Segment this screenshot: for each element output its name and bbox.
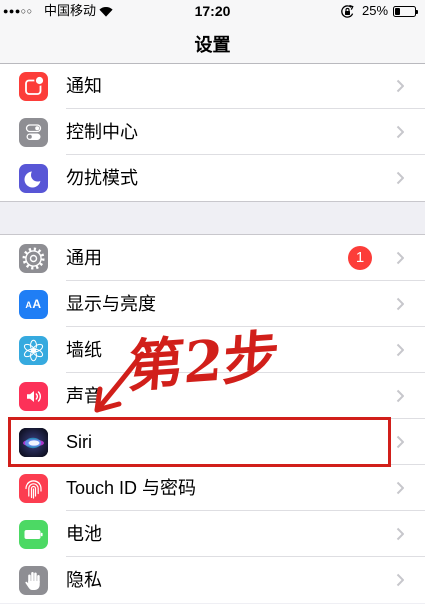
moon-icon [19,163,48,193]
chevron-right-icon [396,343,404,357]
settings-group-1: 通知 控制中心 勿扰模式 [0,63,425,201]
settings-row-general[interactable]: 通用 1 [0,235,425,281]
control-center-icon [19,117,48,147]
row-label: 通用 [66,248,102,268]
row-label: 隐私 [66,570,102,590]
row-label: 通知 [66,76,102,96]
display-brightness-icon: AA [19,289,48,319]
chevron-right-icon [396,573,404,587]
battery-terminal [416,9,418,14]
chevron-right-icon [396,125,404,139]
annotation-step-label: 第2步 [125,323,282,401]
chevron-right-icon [396,435,404,449]
chevron-right-icon [396,79,404,93]
row-label: 勿扰模式 [66,168,138,188]
battery-icon [19,519,48,549]
settings-row-do-not-disturb[interactable]: 勿扰模式 [0,155,425,201]
annotation-highlight-box [8,417,391,467]
row-label: 墙纸 [66,340,102,360]
settings-row-privacy[interactable]: 隐私 [0,557,425,603]
settings-row-battery[interactable]: 电池 [0,511,425,557]
row-label: 控制中心 [66,122,138,142]
chevron-right-icon [396,171,404,185]
chevron-right-icon [396,481,404,495]
battery-level-fill [395,8,400,15]
row-label: 声音 [66,386,102,406]
gear-icon [19,243,48,273]
battery-percent: 25% [362,3,389,18]
settings-row-notifications[interactable]: 通知 [0,63,425,109]
hand-icon [19,565,48,595]
settings-screen: ●●●○○ 中国移动 17:20 25% 设置 通知 控制中心 勿扰模式 通用 … [0,0,425,604]
icon-glyph-text: AA [25,296,42,311]
chevron-right-icon [396,389,404,403]
speaker-icon [19,381,48,411]
rotation-lock-icon [340,4,355,19]
notification-badge: 1 [348,246,372,270]
chevron-right-icon [396,527,404,541]
row-label: Touch ID 与密码 [66,478,197,498]
settings-row-touch-id-passcode[interactable]: Touch ID 与密码 [0,465,425,511]
row-label: 电池 [66,524,102,544]
row-label: 显示与亮度 [66,294,156,314]
settings-row-control-center[interactable]: 控制中心 [0,109,425,155]
status-bar: ●●●○○ 中国移动 17:20 25% [0,0,425,22]
chevron-right-icon [396,251,404,265]
notifications-icon [19,71,48,101]
wallpaper-flower-icon [19,335,48,365]
status-battery-icon [393,6,416,17]
header: ●●●○○ 中国移动 17:20 25% 设置 [0,0,425,64]
chevron-right-icon [396,297,404,311]
page-title: 设置 [194,35,231,55]
settings-row-display-brightness[interactable]: AA 显示与亮度 [0,281,425,327]
fingerprint-icon [19,473,48,503]
